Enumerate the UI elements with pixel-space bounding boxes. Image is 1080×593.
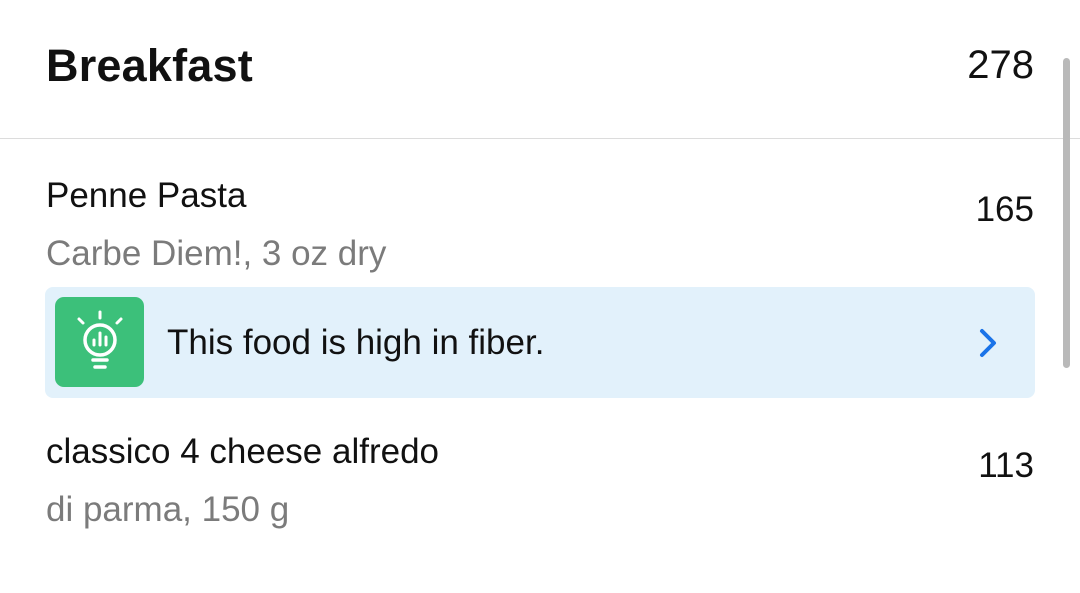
food-detail: di parma, 150 g xyxy=(46,490,290,529)
insight-text: This food is high in fiber. xyxy=(167,323,545,362)
food-calories: 165 xyxy=(975,190,1034,229)
meal-total-calories: 278 xyxy=(967,43,1034,87)
food-calories: 113 xyxy=(978,446,1034,485)
meal-title: Breakfast xyxy=(46,40,253,91)
insight-icon-badge xyxy=(55,297,144,387)
chevron-right-icon xyxy=(980,329,996,357)
scrollbar[interactable] xyxy=(1063,58,1070,368)
meal-section-header: Breakfast 278 xyxy=(0,0,1080,139)
food-detail: Carbe Diem!, 3 oz dry xyxy=(46,234,387,273)
food-name: classico 4 cheese alfredo xyxy=(46,432,439,471)
food-item-classico-alfredo[interactable]: classico 4 cheese alfredo di parma, 150 … xyxy=(0,428,1080,538)
food-item-penne-pasta[interactable]: Penne Pasta Carbe Diem!, 3 oz dry 165 xyxy=(0,172,1080,282)
food-name: Penne Pasta xyxy=(46,176,247,215)
lightbulb-icon xyxy=(77,310,123,369)
fiber-insight-banner[interactable]: This food is high in fiber. xyxy=(45,287,1035,398)
